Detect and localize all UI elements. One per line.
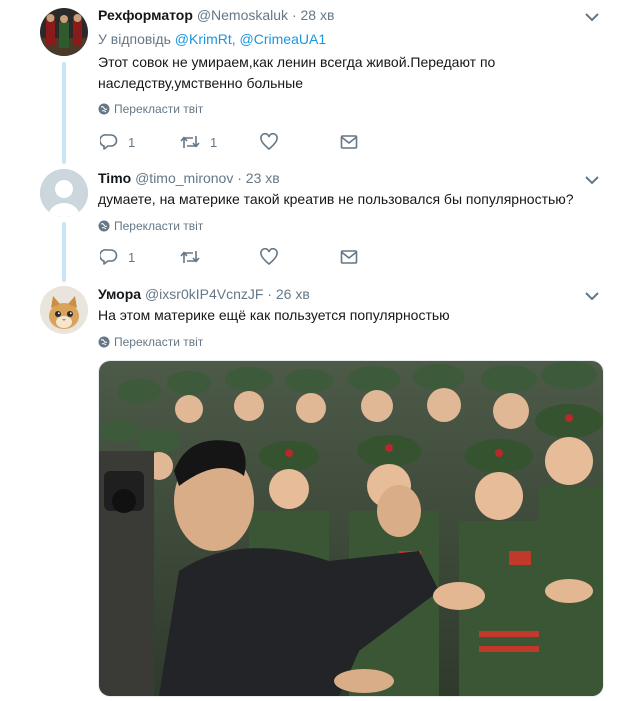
tweet-text: Этот совок не умираем,как ленин всегда ж… — [98, 54, 496, 91]
separator-dot: · — [267, 286, 272, 302]
reply-to-line: У відповідь @KrimRt, @CrimeaUA1 — [98, 31, 326, 47]
avatar-timo[interactable] — [40, 169, 88, 217]
reply-count: 1 — [128, 134, 136, 150]
reply-button[interactable]: 1 — [100, 248, 135, 266]
reply-icon — [100, 249, 118, 265]
reply-icon — [100, 134, 118, 150]
thread-line — [62, 222, 66, 282]
user-handle[interactable]: @Nemoskaluk — [197, 7, 288, 23]
retweet-count: 1 — [210, 134, 218, 150]
avatar-umora[interactable] — [40, 286, 88, 334]
tweet-photo[interactable] — [98, 360, 604, 697]
envelope-icon — [340, 135, 358, 149]
timestamp[interactable]: 26 хв — [276, 286, 310, 302]
reply-to-user[interactable]: @KrimRt, — [175, 31, 236, 47]
user-handle[interactable]: @ixsr0kIP4VcnzJF — [145, 286, 263, 302]
chevron-down-icon[interactable] — [584, 175, 600, 185]
reply-count: 1 — [128, 249, 136, 265]
separator-dot: · — [237, 170, 242, 186]
like-button[interactable] — [260, 248, 278, 266]
heart-icon — [260, 248, 278, 266]
like-button[interactable] — [260, 133, 278, 151]
timestamp[interactable]: 23 хв — [246, 170, 280, 186]
retweet-icon — [180, 251, 200, 263]
retweet-icon — [180, 136, 200, 148]
display-name[interactable]: Рехформатор — [98, 7, 193, 23]
display-name[interactable]: Умора — [98, 286, 141, 302]
reply-to-label: У відповідь — [98, 31, 171, 47]
reply-button[interactable]: 1 — [100, 133, 135, 151]
globe-icon — [98, 220, 110, 232]
reply-to-user[interactable]: @CrimeaUA1 — [240, 31, 327, 47]
translate-label[interactable]: Перекласти твіт — [114, 102, 203, 116]
message-button[interactable] — [340, 248, 358, 266]
tweet-header: Рехформатор @Nemoskaluk · 28 хв — [98, 7, 334, 23]
avatar-rehformator[interactable] — [40, 8, 88, 56]
timestamp[interactable]: 28 хв — [301, 7, 335, 23]
translate-link[interactable]: Перекласти твіт — [98, 219, 203, 233]
retweet-button[interactable] — [180, 248, 200, 266]
retweet-button[interactable]: 1 — [180, 133, 217, 151]
display-name[interactable]: Timo — [98, 170, 131, 186]
user-handle[interactable]: @timo_mironov — [135, 170, 233, 186]
heart-icon — [260, 133, 278, 151]
message-button[interactable] — [340, 133, 358, 151]
tweet-header: Timo @timo_mironov · 23 хв — [98, 170, 280, 186]
globe-icon — [98, 103, 110, 115]
envelope-icon — [340, 250, 358, 264]
translate-label[interactable]: Перекласти твіт — [114, 219, 203, 233]
tweet-text: думаете, на материке такой креатив не по… — [98, 191, 574, 207]
translate-link[interactable]: Перекласти твіт — [98, 102, 203, 116]
translate-link[interactable]: Перекласти твіт — [98, 335, 203, 349]
tweet-header: Умора @ixsr0kIP4VcnzJF · 26 хв — [98, 286, 310, 302]
translate-label[interactable]: Перекласти твіт — [114, 335, 203, 349]
separator-dot: · — [291, 7, 297, 23]
thread-line — [62, 62, 66, 164]
globe-icon — [98, 336, 110, 348]
photo-image — [99, 361, 603, 696]
chevron-down-icon[interactable] — [584, 291, 600, 301]
chevron-down-icon[interactable] — [584, 12, 600, 22]
tweet-text: На этом материке ещё как пользуется попу… — [98, 307, 450, 323]
